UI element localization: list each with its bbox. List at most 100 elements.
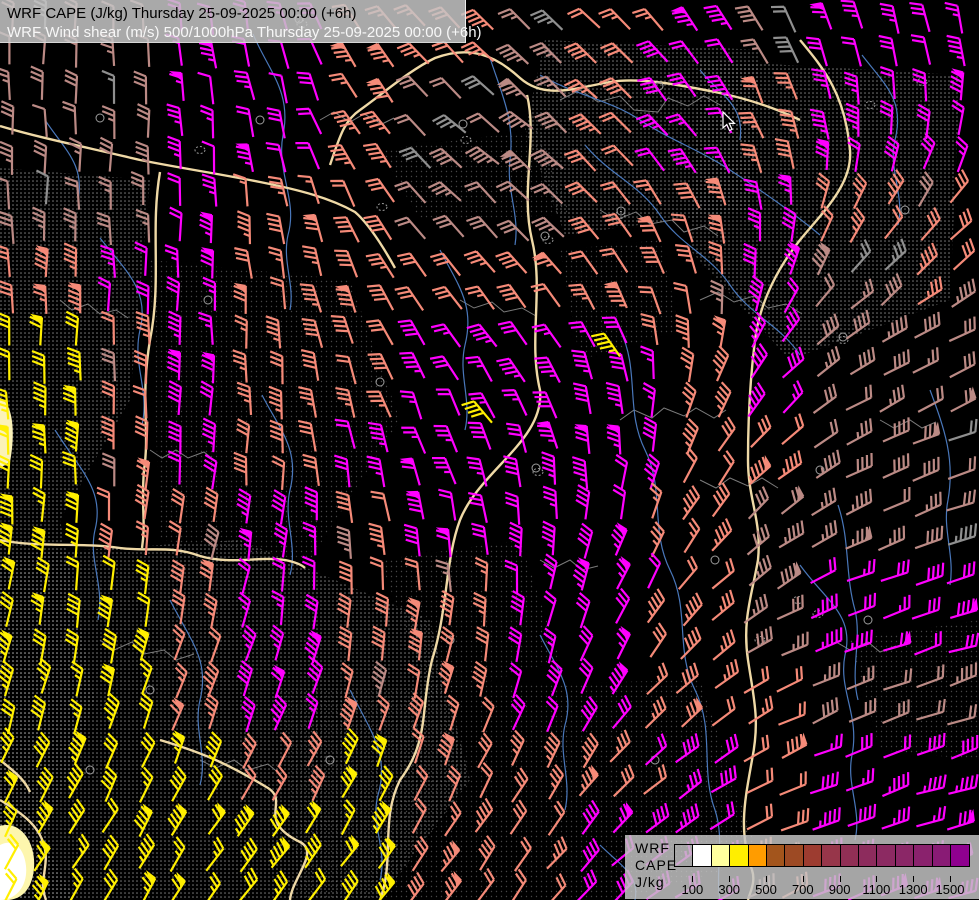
wind-barb (703, 519, 734, 551)
wind-barb (337, 526, 351, 560)
wind-barb (334, 246, 357, 281)
wind-barb (943, 561, 978, 583)
town-marker (541, 232, 549, 240)
legend-tick-label: 1500 (936, 882, 965, 897)
wind-barb (464, 248, 495, 281)
wind-barb (498, 318, 527, 352)
wind-barb (777, 808, 812, 830)
wind-barb (878, 453, 913, 478)
wind-barb (909, 312, 944, 338)
wind-barb (468, 491, 487, 526)
wind-barb (370, 557, 383, 590)
wind-barb (841, 34, 861, 69)
wind-barb (670, 556, 701, 589)
wind-barb (298, 172, 319, 207)
wind-barb (704, 2, 732, 36)
wind-barb (879, 349, 914, 374)
legend-color-cell (913, 844, 933, 867)
wind-barb (908, 347, 943, 372)
wind-barb (913, 806, 948, 826)
wind-barb (742, 696, 776, 724)
wind-barb (878, 417, 913, 441)
wind-barb (198, 71, 214, 105)
wind-barb (302, 244, 321, 279)
wind-barb (496, 41, 528, 72)
wind-barb (945, 387, 978, 412)
wind-barb (62, 101, 75, 134)
wind-barb (806, 772, 841, 794)
wind-barb (772, 595, 807, 619)
legend-tick-label: 700 (792, 882, 814, 897)
title-line-cape: WRF CAPE (J/kg) Thursday 25-09-2025 00:0… (7, 4, 465, 23)
wind-barb (397, 40, 429, 72)
wind-barb (775, 381, 806, 413)
wind-barb (366, 41, 394, 73)
legend-color-cell (711, 844, 731, 867)
wind-barb (810, 346, 843, 376)
wind-barb (674, 518, 702, 552)
wind-barb (740, 524, 773, 554)
wind-barb (605, 589, 631, 624)
wind-barb (333, 213, 359, 248)
wind-barb (607, 626, 631, 659)
weather-map-viewer: WRF CAPE (J/kg) Thursday 25-09-2025 00:0… (0, 0, 979, 900)
wind-barb (811, 627, 846, 651)
wind-barb (236, 104, 253, 139)
wind-barb (878, 807, 913, 829)
wind-barb (735, 2, 763, 36)
legend-tick-label: 1100 (862, 882, 890, 897)
wind-barb (742, 455, 773, 484)
wind-barb (742, 344, 770, 378)
wind-barb (909, 0, 929, 35)
wind-barb (102, 106, 114, 139)
wind-barb (877, 560, 912, 581)
wind-barb (841, 385, 876, 410)
wind-barb (573, 524, 593, 559)
wind-barb (400, 456, 420, 489)
legend-tick-label: 500 (755, 882, 777, 897)
legend-color-cell (729, 844, 749, 867)
wind-barb (641, 483, 663, 518)
wind-barb (429, 74, 460, 106)
wind-barb (945, 419, 979, 440)
wind-barb (133, 485, 150, 519)
wind-barb (505, 492, 519, 526)
wind-barb (807, 697, 842, 723)
wind-barb (569, 593, 591, 628)
legend-color-cell (932, 844, 952, 867)
wind-barb (536, 419, 557, 452)
wind-barb (670, 5, 697, 38)
wind-barb (0, 101, 13, 134)
wind-barb (708, 659, 742, 688)
wind-barb (97, 488, 109, 521)
legend-unit-label: J/kg (635, 874, 677, 891)
wind-barb (606, 381, 623, 415)
wind-barb (610, 455, 628, 490)
wind-barb (844, 347, 878, 374)
legend-color-cell (803, 844, 823, 867)
wind-barb (302, 212, 322, 245)
wind-barb (676, 315, 689, 348)
forecast-title-panel: WRF CAPE (J/kg) Thursday 25-09-2025 00:0… (0, 0, 466, 43)
wind-barb (169, 70, 183, 102)
wind-barb (673, 448, 699, 483)
wind-barb (237, 211, 250, 244)
wind-barb (436, 385, 460, 420)
wind-barb (167, 103, 183, 137)
river-line (930, 390, 951, 585)
title-line-shear: WRF Wind shear (m/s) 500/1000hPa Thursda… (7, 23, 465, 42)
wind-barb (708, 382, 733, 417)
wind-barb (498, 6, 530, 38)
wind-barb (806, 594, 841, 619)
wind-barb (266, 212, 284, 247)
wind-barb (841, 453, 876, 477)
map-canvas (0, 0, 979, 900)
wind-barb (573, 381, 590, 416)
wind-barb (947, 598, 979, 618)
wind-barb (607, 424, 621, 456)
wind-barb (808, 662, 843, 685)
wind-barb (33, 141, 47, 175)
wind-barb (404, 524, 419, 558)
wind-barb (202, 141, 214, 174)
wind-barb (946, 774, 979, 794)
